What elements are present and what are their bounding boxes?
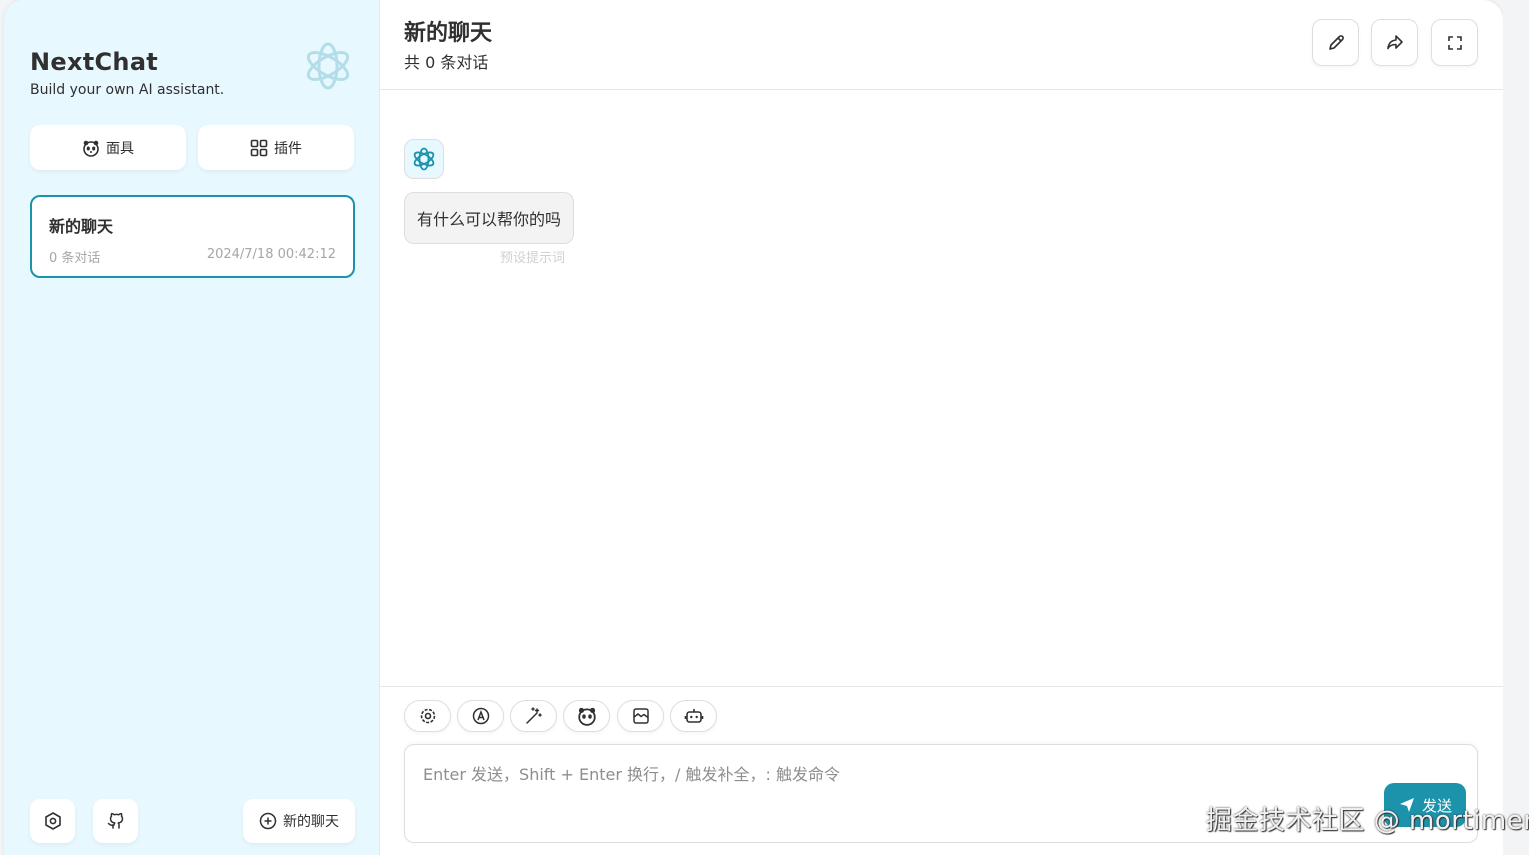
chat-item-count: 0 条对话 [49, 251, 101, 266]
share-icon [1385, 33, 1405, 53]
mask-icon [577, 706, 597, 726]
model-tool[interactable] [670, 700, 717, 732]
chat-list-item[interactable]: 新的聊天 0 条对话 2024/7/18 00:42:12 [30, 195, 355, 278]
openai-logo-icon [411, 146, 437, 172]
grid-icon [250, 139, 268, 157]
add-circle-icon [259, 812, 277, 830]
fullscreen-icon [1445, 33, 1465, 53]
gear-icon [418, 706, 438, 726]
chat-header: 新的聊天 共 0 条对话 [380, 0, 1503, 90]
auto-theme-icon [471, 706, 491, 726]
clear-context-tool[interactable] [617, 700, 664, 732]
bot-avatar [404, 139, 444, 179]
masks-label: 面具 [106, 140, 134, 157]
input-placeholder: Enter 发送，Shift + Enter 换行，/ 触发补全，: 触发命令 [423, 765, 840, 784]
mask-icon [82, 139, 100, 157]
sidebar: NextChat Build your own AI assistant. 面具… [4, 0, 380, 855]
watermark: 掘金技术社区 @ mortimer [1206, 806, 1529, 836]
chat-main: 新的聊天 共 0 条对话 有什么可以帮你的吗 预设提示词 Enter 发送，Sh… [380, 0, 1503, 855]
break-icon [631, 706, 651, 726]
chat-subtitle: 共 0 条对话 [404, 53, 489, 72]
mask-tool[interactable] [563, 700, 610, 732]
robot-icon [684, 706, 704, 726]
settings-icon [43, 811, 63, 831]
new-chat-label: 新的聊天 [283, 814, 339, 830]
masks-button[interactable]: 面具 [30, 125, 186, 170]
chat-settings-tool[interactable] [404, 700, 451, 732]
app-title: NextChat [30, 48, 159, 76]
chat-item-title: 新的聊天 [49, 217, 114, 236]
pencil-icon [1326, 33, 1346, 53]
openai-logo-icon [300, 38, 356, 94]
app-window: NextChat Build your own AI assistant. 面具… [4, 0, 1503, 855]
chat-title: 新的聊天 [404, 21, 493, 46]
rename-button[interactable] [1312, 19, 1359, 66]
bot-message: 有什么可以帮你的吗 [404, 192, 575, 244]
github-button[interactable] [93, 799, 138, 843]
plugins-button[interactable]: 插件 [198, 125, 354, 170]
export-button[interactable] [1371, 19, 1418, 66]
github-icon [106, 811, 126, 831]
message-hint: 预设提示词 [500, 251, 566, 266]
magic-wand-icon [524, 706, 544, 726]
auto-theme-tool[interactable] [457, 700, 504, 732]
plugins-label: 插件 [274, 140, 302, 157]
app-subtitle: Build your own AI assistant. [30, 82, 225, 98]
new-chat-button[interactable]: 新的聊天 [243, 799, 355, 843]
page-background [1503, 0, 1529, 855]
prompt-tool[interactable] [510, 700, 557, 732]
fullscreen-button[interactable] [1431, 19, 1478, 66]
settings-button[interactable] [30, 799, 75, 843]
chat-item-date: 2024/7/18 00:42:12 [206, 247, 336, 262]
